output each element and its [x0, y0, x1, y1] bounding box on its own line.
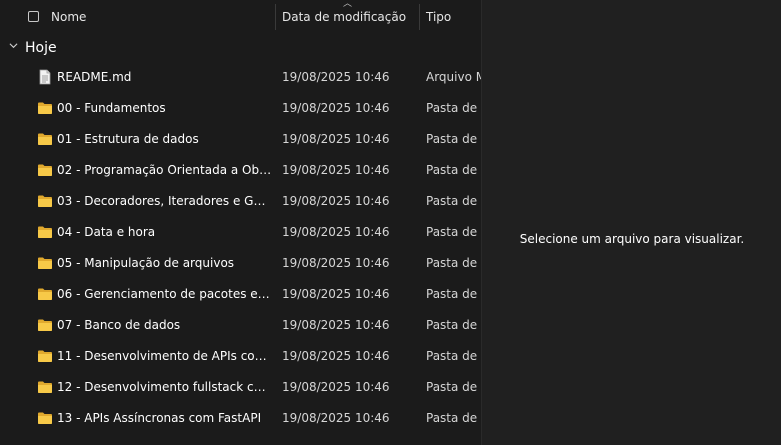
preview-message: Selecione um arquivo para visualizar. — [519, 232, 745, 246]
file-name: README.md — [57, 70, 132, 84]
file-icon — [37, 69, 53, 85]
folder-icon — [37, 379, 53, 395]
folder-icon — [37, 255, 53, 271]
file-modified-date: 19/08/2025 10:46 — [282, 70, 390, 84]
file-row[interactable]: 06 - Gerenciamento de pacotes e boas prá… — [0, 279, 481, 310]
column-divider[interactable] — [275, 4, 276, 30]
file-modified-date: 19/08/2025 10:46 — [282, 163, 390, 177]
chevron-down-icon — [9, 43, 18, 49]
file-type: Pasta de arquivos — [426, 287, 481, 301]
column-header-type[interactable]: Tipo — [426, 0, 451, 35]
file-row[interactable]: 02 - Programação Orientada a Objetos 19/0… — [0, 155, 481, 186]
file-name: 01 - Estrutura de dados — [57, 132, 199, 146]
file-row[interactable]: 04 - Data e hora 19/08/2025 10:46 Pasta de… — [0, 217, 481, 248]
file-row[interactable]: 13 - APIs Assíncronas com FastAPI 19/08/2… — [0, 403, 481, 434]
file-modified-date: 19/08/2025 10:46 — [282, 380, 390, 394]
file-modified-date: 19/08/2025 10:46 — [282, 256, 390, 270]
folder-icon — [37, 100, 53, 116]
file-name: 06 - Gerenciamento de pacotes e boas prá… — [57, 287, 272, 301]
folder-icon — [37, 348, 53, 364]
file-modified-date: 19/08/2025 10:46 — [282, 194, 390, 208]
file-modified-date: 19/08/2025 10:46 — [282, 349, 390, 363]
file-name: 13 - APIs Assíncronas com FastAPI — [57, 411, 262, 425]
file-list-pane: Nome ︿ Data de modificação Tipo Hoje REA… — [0, 0, 481, 445]
folder-icon — [37, 317, 53, 333]
file-row[interactable]: README.md 19/08/2025 10:46 Arquivo MD — [0, 62, 481, 93]
file-type: Pasta de arquivos — [426, 194, 481, 208]
file-modified-date: 19/08/2025 10:46 — [282, 411, 390, 425]
file-type: Pasta de arquivos — [426, 132, 481, 146]
column-divider[interactable] — [419, 4, 420, 30]
file-type: Pasta de arquivos — [426, 380, 481, 394]
file-modified-date: 19/08/2025 10:46 — [282, 318, 390, 332]
file-type: Pasta de arquivos — [426, 225, 481, 239]
file-type: Arquivo MD — [426, 70, 481, 84]
file-type: Pasta de arquivos — [426, 163, 481, 177]
file-row[interactable]: 03 - Decoradores, Iteradores e Geradores… — [0, 186, 481, 217]
group-label: Hoje — [25, 40, 57, 56]
column-header: Nome ︿ Data de modificação Tipo — [0, 0, 481, 35]
file-modified-date: 19/08/2025 10:46 — [282, 101, 390, 115]
file-name: 04 - Data e hora — [57, 225, 156, 239]
file-name: 05 - Manipulação de arquivos — [57, 256, 235, 270]
file-name: 12 - Desenvolvimento fullstack com Djang… — [57, 380, 272, 394]
file-type: Pasta de arquivos — [426, 256, 481, 270]
file-modified-date: 19/08/2025 10:46 — [282, 132, 390, 146]
file-name: 00 - Fundamentos — [57, 101, 166, 115]
file-type: Pasta de arquivos — [426, 318, 481, 332]
preview-pane: Selecione um arquivo para visualizar. — [481, 0, 781, 445]
column-header-name[interactable]: Nome — [51, 0, 86, 35]
folder-icon — [37, 131, 53, 147]
folder-icon — [37, 224, 53, 240]
file-row[interactable]: 12 - Desenvolvimento fullstack com Djang… — [0, 372, 481, 403]
file-modified-date: 19/08/2025 10:46 — [282, 287, 390, 301]
group-header-today[interactable]: Hoje — [0, 37, 481, 59]
file-row[interactable]: 01 - Estrutura de dados 19/08/2025 10:46 P… — [0, 124, 481, 155]
select-all-checkbox[interactable] — [28, 11, 39, 22]
file-type: Pasta de arquivos — [426, 349, 481, 363]
folder-icon — [37, 193, 53, 209]
file-row[interactable]: 07 - Banco de dados 19/08/2025 10:46 Pasta… — [0, 310, 481, 341]
file-modified-date: 19/08/2025 10:46 — [282, 225, 390, 239]
file-type: Pasta de arquivos — [426, 411, 481, 425]
file-type: Pasta de arquivos — [426, 101, 481, 115]
file-row[interactable]: 05 - Manipulação de arquivos 19/08/2025 1… — [0, 248, 481, 279]
file-name: 07 - Banco de dados — [57, 318, 181, 332]
column-header-modified[interactable]: Data de modificação — [282, 0, 406, 35]
folder-icon — [37, 410, 53, 426]
folder-icon — [37, 162, 53, 178]
file-name: 03 - Decoradores, Iteradores e Geradores — [57, 194, 272, 208]
folder-icon — [37, 286, 53, 302]
file-row[interactable]: 00 - Fundamentos 19/08/2025 10:46 Pasta de… — [0, 93, 481, 124]
file-name: 02 - Programação Orientada a Objetos — [57, 163, 272, 177]
file-name: 11 - Desenvolvimento de APIs com Flask — [57, 349, 272, 363]
file-row[interactable]: 11 - Desenvolvimento de APIs com Flask 19… — [0, 341, 481, 372]
